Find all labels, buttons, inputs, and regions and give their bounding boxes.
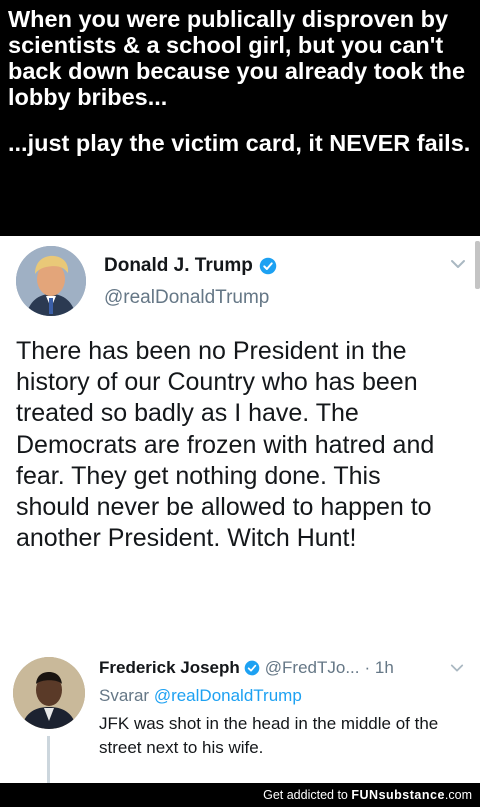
chevron-down-icon[interactable] <box>450 256 466 272</box>
author-avatar-image <box>16 246 86 316</box>
reply-tweet[interactable]: Frederick Joseph @FredTJo... · 1h Svarar… <box>0 641 480 783</box>
author-name[interactable]: Donald J. Trump <box>104 255 253 277</box>
reply-text: JFK was shot in the head in the middle o… <box>99 714 439 757</box>
watermark-footer: Get addicted to FUNsubstance.com <box>0 783 480 807</box>
author-avatar[interactable] <box>16 246 86 316</box>
watermark-text: Get addicted to FUNsubstance.com <box>263 788 472 802</box>
tweet-text: There has been no President in the histo… <box>16 337 435 553</box>
tweet-card: Donald J. Trump @realDonaldTrump There h… <box>0 236 480 783</box>
reply-header: Frederick Joseph @FredTJo... · 1h <box>99 658 394 678</box>
watermark-suffix: .com <box>444 788 472 802</box>
thread-line <box>47 736 50 783</box>
watermark-brand: FUNsubstance <box>351 788 445 802</box>
replying-label: Svarar <box>99 686 150 705</box>
author-name-row: Donald J. Trump <box>104 255 277 277</box>
replying-to: Svarar @realDonaldTrump <box>99 686 302 706</box>
watermark-prefix: Get addicted to <box>263 788 348 802</box>
chevron-down-icon[interactable] <box>450 661 464 675</box>
reply-author-name[interactable]: Frederick Joseph <box>99 658 240 678</box>
meme-caption: When you were publically disproven by sc… <box>0 0 480 236</box>
reply-timestamp[interactable]: · 1h <box>365 658 394 678</box>
scrollbar[interactable] <box>475 241 480 289</box>
caption-line-2: ...just play the victim card, it NEVER f… <box>8 130 471 156</box>
reply-author-handle[interactable]: @FredTJo... <box>265 658 360 678</box>
caption-line-1: When you were publically disproven by sc… <box>8 6 466 110</box>
verified-badge-icon <box>259 257 277 275</box>
verified-badge-icon <box>244 660 260 676</box>
reply-author-avatar-image <box>13 657 85 729</box>
reply-author-avatar[interactable] <box>13 657 85 729</box>
author-handle[interactable]: @realDonaldTrump <box>104 287 269 309</box>
replying-mention-link[interactable]: @realDonaldTrump <box>154 686 302 705</box>
